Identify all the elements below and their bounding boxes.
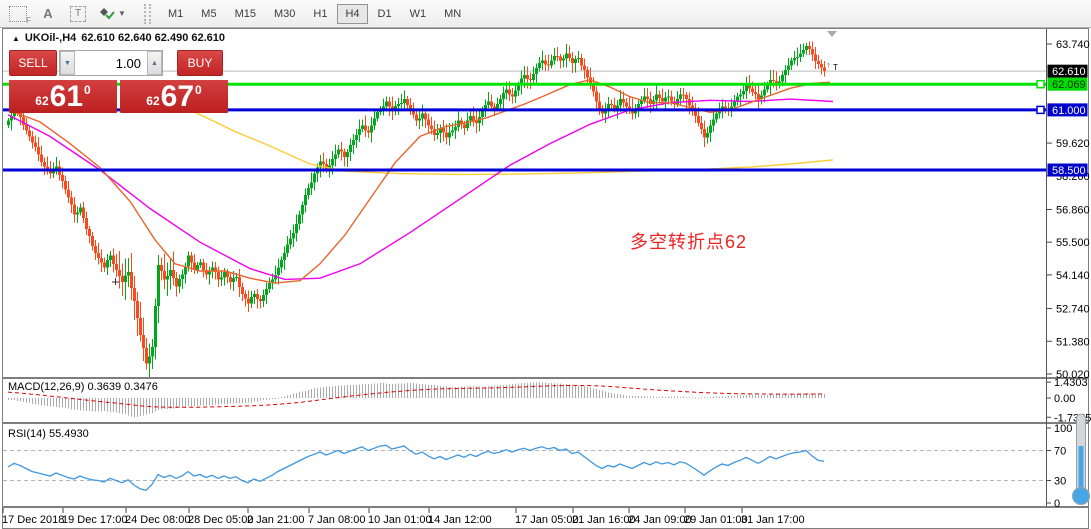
time-label: 10 Jan 01:00 <box>368 514 432 526</box>
timeframe-button-h1[interactable]: H1 <box>305 4 335 24</box>
svg-text:62.069: 62.069 <box>1052 79 1086 91</box>
sell-price-prefix: 62 <box>35 94 48 108</box>
svg-text:56.860: 56.860 <box>1056 204 1090 216</box>
one-click-trade-widget: SELL ▼ ▲ BUY 62 61 0 62 67 0 <box>9 50 228 113</box>
buy-price-prefix: 62 <box>146 94 159 108</box>
chart-annotation[interactable]: 多空转折点62 <box>630 232 747 252</box>
symbol-period-label: UKOil-,H4 <box>25 32 76 44</box>
svg-text:55.500: 55.500 <box>1056 237 1090 249</box>
timeframe-button-h4[interactable]: H4 <box>337 4 367 24</box>
svg-text:51.380: 51.380 <box>1056 336 1090 348</box>
arrows-icon[interactable]: ▼ <box>96 4 130 24</box>
svg-text:↑: ↑ <box>826 60 831 70</box>
svg-text:52.740: 52.740 <box>1056 304 1090 316</box>
text-icon[interactable]: T <box>66 4 90 24</box>
svg-text:59.620: 59.620 <box>1056 138 1090 150</box>
toolbar-grip[interactable] <box>144 4 151 24</box>
sell-button[interactable]: SELL <box>9 50 57 76</box>
text-icon-glyph: T <box>70 6 86 22</box>
time-label: 17 Jan 05:00 <box>515 514 579 526</box>
svg-text:0: 0 <box>1054 498 1060 510</box>
collapse-icon[interactable]: ▲ <box>12 34 20 43</box>
text-label-icon[interactable]: A <box>36 4 60 24</box>
buy-price-sup: 0 <box>195 83 202 97</box>
timeframe-button-d1[interactable]: D1 <box>370 4 400 24</box>
sell-price-button[interactable]: 62 61 0 <box>9 78 117 113</box>
svg-text:30: 30 <box>1054 476 1066 488</box>
buy-price-button[interactable]: 62 67 0 <box>120 78 228 113</box>
svg-text:1.4303: 1.4303 <box>1054 377 1088 389</box>
ohlc-values: 62.610 62.640 62.490 62.610 <box>81 32 225 44</box>
sell-price-sup: 0 <box>84 83 91 97</box>
time-label: 31 Jan 17:00 <box>741 514 805 526</box>
spinner-down-icon[interactable]: ▼ <box>60 51 75 75</box>
svg-text:54.140: 54.140 <box>1056 270 1090 282</box>
time-label: 21 Jan 16:00 <box>572 514 636 526</box>
timeframe-button-m1[interactable]: M1 <box>160 4 191 24</box>
line-handle[interactable] <box>1037 106 1044 113</box>
panel-separator[interactable] <box>2 422 1089 424</box>
time-label: 28 Dec 05:00 <box>188 514 253 526</box>
svg-text:62.610: 62.610 <box>1052 66 1086 78</box>
time-label: 14 Jan 12:00 <box>428 514 492 526</box>
svg-text:63.740: 63.740 <box>1056 39 1090 51</box>
panel-separator[interactable] <box>2 377 1089 379</box>
svg-text:T: T <box>833 63 838 72</box>
rsi-panel[interactable] <box>2 424 1089 506</box>
svg-text:61.000: 61.000 <box>1052 105 1086 117</box>
dropdown-caret-icon[interactable]: ▼ <box>118 9 126 18</box>
timeframe-button-m30[interactable]: M30 <box>266 4 303 24</box>
macd-label: MACD(12,26,9) 0.3639 0.3476 <box>8 381 158 393</box>
timeframe-button-m15[interactable]: M15 <box>227 4 264 24</box>
spinner-up-icon[interactable]: ▲ <box>147 51 162 75</box>
buy-price-main: 67 <box>161 80 194 113</box>
timeframe-button-mn[interactable]: MN <box>436 4 469 24</box>
rsi-label: RSI(14) 55.4930 <box>8 428 89 440</box>
time-label: 24 Jan 09:00 <box>628 514 692 526</box>
line-handle[interactable] <box>1037 81 1044 88</box>
svg-text:58.500: 58.500 <box>1052 165 1086 177</box>
arrows-glyph <box>100 7 116 21</box>
timeframe-button-w1[interactable]: W1 <box>402 4 435 24</box>
timeframe-group: M1M5M15M30H1H4D1W1MN <box>159 4 470 24</box>
time-label: 24 Dec 08:00 <box>125 514 190 526</box>
time-label: 7 Jan 08:00 <box>308 514 366 526</box>
time-label: 19 Dec 17:00 <box>62 514 127 526</box>
toolbar: F A T ▼ M1M5M15M30H1H4D1W1MN <box>0 0 1091 28</box>
panel-separator[interactable] <box>2 506 1089 508</box>
fibonacci-tool-icon[interactable]: F <box>6 4 30 24</box>
buy-button[interactable]: BUY <box>177 50 223 76</box>
svg-text:100: 100 <box>1054 423 1072 435</box>
time-label: 29 Jan 01:00 <box>684 514 748 526</box>
fibonacci-tool-glyph: F <box>9 6 27 22</box>
big-price-row: 62 61 0 62 67 0 <box>9 78 228 113</box>
time-label: 17 Dec 2018 <box>2 514 64 526</box>
mt4-window: F A T ▼ M1M5M15M30H1H4D1W1MN ↑T多空转折点62MA… <box>0 0 1091 529</box>
chart-header: ▲ UKOil-,H4 62.610 62.640 62.490 62.610 <box>12 32 225 44</box>
svg-text:0.00: 0.00 <box>1054 393 1075 405</box>
time-label: 2 Jan 21:00 <box>247 514 305 526</box>
sell-price-main: 61 <box>50 80 83 113</box>
trade-row: SELL ▼ ▲ BUY <box>9 50 228 76</box>
volume-input[interactable] <box>75 51 147 75</box>
svg-text:70: 70 <box>1054 446 1066 458</box>
timeframe-button-m5[interactable]: M5 <box>193 4 224 24</box>
volume-stepper: ▼ ▲ <box>59 50 163 76</box>
